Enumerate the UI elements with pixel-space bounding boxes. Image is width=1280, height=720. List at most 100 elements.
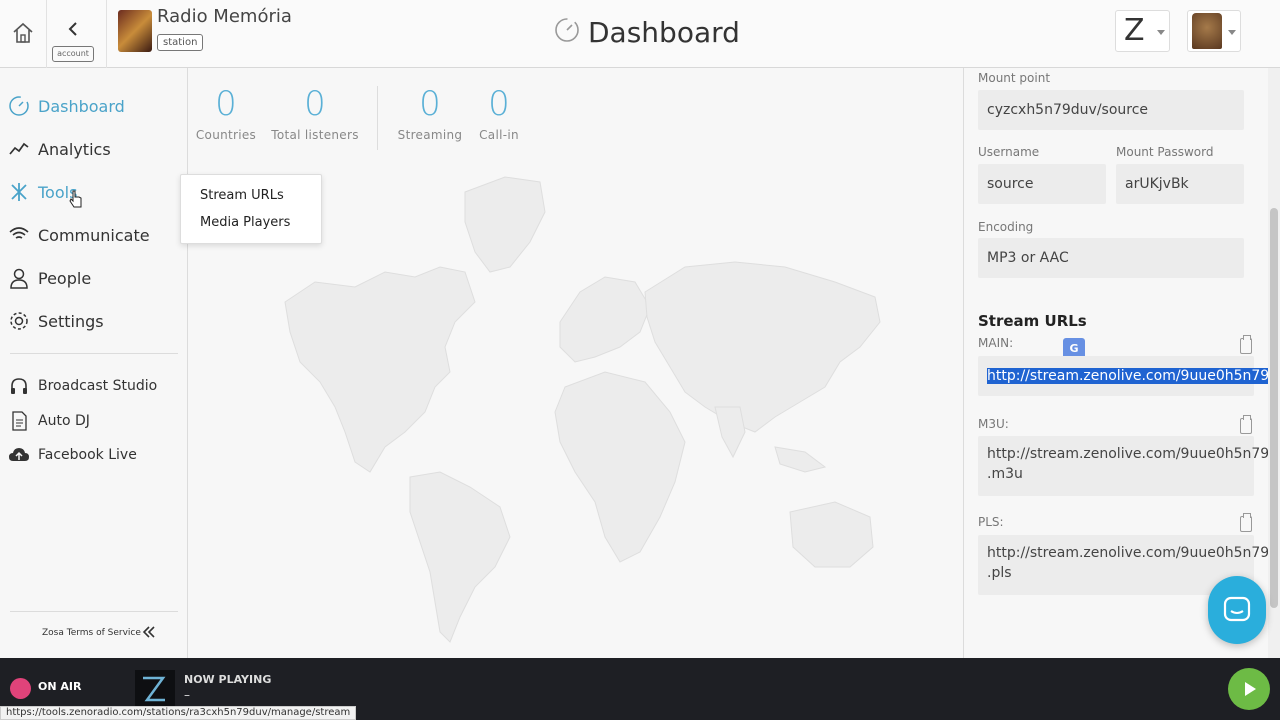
main-url-field[interactable]: http://stream.zenolive.com/9uue0h5n79duv (978, 356, 1280, 396)
pls-url-field[interactable]: http://stream.zenolive.com/9uue0h5n79duv… (978, 535, 1280, 595)
gauge-icon (8, 95, 30, 117)
copy-icon[interactable] (1240, 335, 1252, 354)
gauge-icon (555, 18, 579, 42)
gear-icon (8, 310, 30, 332)
page-title: Dashboard (588, 16, 740, 49)
pls-url-line-1: http://stream.zenolive.com/9uue0h5n79duv (987, 545, 1280, 561)
sidebar-item-label: Dashboard (38, 96, 125, 116)
headphones-icon (8, 375, 30, 397)
popover-item-stream-urls[interactable]: Stream URLs (200, 188, 284, 203)
scrollbar-thumb[interactable] (1270, 208, 1278, 608)
stat-value: 0 (488, 84, 510, 124)
popover-item-media-players[interactable]: Media Players (200, 215, 290, 230)
username-field[interactable]: source (978, 164, 1106, 204)
sidebar-item-auto-dj[interactable]: Auto DJ (8, 409, 90, 433)
africa-shape (554, 371, 686, 563)
australia-shape (789, 501, 874, 568)
sidebar-item-label: Broadcast Studio (38, 378, 158, 394)
world-map (284, 176, 881, 643)
header-divider (46, 0, 47, 68)
europe-shape (559, 276, 651, 363)
station-name: Radio Memória (157, 6, 292, 27)
scrollbar[interactable] (1268, 68, 1280, 658)
station-badge: station (157, 34, 204, 51)
stat-label: Countries (195, 128, 257, 142)
india-shape (714, 406, 746, 459)
m3u-url-line-1: http://stream.zenolive.com/9uue0h5n79duv (987, 446, 1280, 462)
chat-button[interactable] (1208, 576, 1266, 644)
wifi-icon (8, 224, 30, 246)
sidebar-item-facebook-live[interactable]: Facebook Live (8, 443, 137, 467)
pls-url-label: PLS: (978, 515, 1004, 529)
person-icon (8, 267, 30, 289)
sidebar-item-analytics[interactable]: Analytics (8, 135, 111, 163)
m3u-url-field[interactable]: http://stream.zenolive.com/9uue0h5n79duv… (978, 436, 1280, 496)
sidebar-item-settings[interactable]: Settings (8, 307, 104, 335)
now-playing-artwork (135, 670, 175, 710)
terms-of-service-link[interactable]: Zosa Terms of Service (42, 628, 141, 638)
home-button[interactable] (8, 18, 38, 48)
sidebar-item-label: Analytics (38, 139, 111, 159)
m3u-url-label: M3U: (978, 417, 1009, 431)
stat-value: 0 (419, 84, 441, 124)
copy-icon[interactable] (1240, 513, 1252, 532)
mount-point-label: Mount point (978, 71, 1051, 85)
now-playing-track: – (184, 688, 190, 702)
stream-urls-title: Stream URLs (978, 312, 1087, 330)
double-chevron-left-icon[interactable] (142, 624, 156, 643)
stat-total-listeners: 0 Total listeners (269, 84, 361, 142)
stat-label: Total listeners (271, 128, 359, 142)
avatar (1192, 13, 1222, 49)
sidebar-item-label: Auto DJ (38, 413, 90, 429)
chevron-left-icon (68, 22, 77, 36)
mount-password-field[interactable]: arUKjvBk (1116, 164, 1244, 204)
north-america-shape (284, 266, 476, 473)
back-to-account-button[interactable]: account (52, 6, 96, 64)
sidebar-item-label: Communicate (38, 225, 150, 245)
account-badge: account (52, 46, 94, 62)
encoding-label: Encoding (978, 220, 1034, 234)
sidebar-item-people[interactable]: People (8, 264, 91, 292)
main-content: 0 Countries 0 Total listeners 0 Streamin… (189, 68, 963, 658)
main-url-label: MAIN: (978, 336, 1014, 350)
greenland-shape (464, 176, 546, 273)
play-button[interactable] (1228, 668, 1270, 710)
tools-icon (8, 181, 30, 203)
play-icon (1245, 682, 1256, 696)
encoding-field[interactable]: MP3 or AAC (978, 238, 1244, 278)
chart-line-icon (8, 138, 30, 160)
sidebar-item-label: Facebook Live (38, 447, 137, 463)
home-icon (13, 22, 33, 43)
sidebar-divider (10, 611, 178, 612)
pls-url-line-2: .pls (987, 565, 1012, 581)
stream-settings-panel: Mount point cyzcxh5n79duv/source Usernam… (963, 68, 1280, 658)
chevron-down-icon (1228, 30, 1236, 35)
brand-letter: Z (1124, 13, 1145, 48)
sidebar-item-tools[interactable]: Tools (8, 178, 83, 208)
sidebar-item-label: People (38, 268, 92, 288)
cloud-upload-icon (8, 444, 30, 466)
sidebar: Dashboard Analytics Tools Communicate Pe… (0, 68, 188, 658)
stat-label: Streaming (397, 128, 463, 142)
m3u-url-line-2: .m3u (987, 466, 1023, 482)
header-divider (106, 0, 107, 68)
chat-icon (1223, 596, 1251, 622)
user-avatar-menu[interactable] (1187, 10, 1241, 52)
mount-point-field[interactable]: cyzcxh5n79duv/source (978, 90, 1244, 130)
copy-icon[interactable] (1240, 415, 1252, 434)
stat-call-in: 0 Call-in (474, 84, 524, 142)
brand-menu-button[interactable]: Z (1115, 10, 1170, 52)
on-air-label: ON AIR (38, 680, 82, 693)
south-america-shape (409, 471, 511, 643)
sidebar-item-broadcast-studio[interactable]: Broadcast Studio (8, 374, 157, 398)
username-label: Username (978, 145, 1040, 159)
stat-streaming: 0 Streaming (395, 84, 465, 142)
file-icon (8, 410, 30, 432)
sidebar-item-communicate[interactable]: Communicate (8, 221, 150, 249)
stat-countries: 0 Countries (193, 84, 259, 142)
asia-shape (644, 261, 881, 433)
sidebar-item-dashboard[interactable]: Dashboard (8, 92, 125, 120)
main-url-text: http://stream.zenolive.com/9uue0h5n79duv (987, 368, 1280, 384)
status-bar-url: https://tools.zenoradio.com/stations/ra3… (0, 706, 357, 720)
mount-password-label: Mount Password (1116, 145, 1214, 159)
